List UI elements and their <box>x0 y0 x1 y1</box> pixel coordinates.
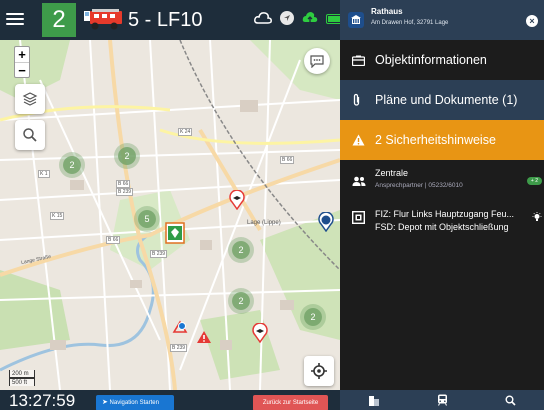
close-button[interactable]: × <box>526 15 538 27</box>
start-navigation-button[interactable]: ➤ Navigation Starten <box>96 395 174 410</box>
fiz-location: FIZ: Flur Links Hauptzugang Feu... <box>375 209 515 219</box>
cloud-upload-icon <box>302 12 318 23</box>
warning-icon <box>352 134 365 146</box>
object-header: Rathaus Am Drawen Hof, 32791 Lage × <box>340 0 544 40</box>
map-view[interactable]: K 24 B 66 B 66 B 239 B 239 K 15 Lage (Li… <box>0 40 340 390</box>
zoom-control: + − <box>14 46 30 78</box>
status-icons <box>254 11 346 25</box>
plans-documents-label: Pläne und Dokumente (1) <box>375 93 518 107</box>
navigation-button-label: Navigation Starten <box>109 400 159 406</box>
road-label: B 239 <box>170 344 188 352</box>
layers-icon <box>22 92 38 106</box>
safety-notes-label: 2 Sicherheitshinweise <box>375 133 496 147</box>
object-panel: Rathaus Am Drawen Hof, 32791 Lage × Obje… <box>340 0 544 390</box>
tab-transport[interactable] <box>408 390 476 410</box>
tab-search[interactable] <box>476 390 544 410</box>
vehicle-position-icon <box>172 320 188 333</box>
unit-name: 5 - LF10 <box>128 9 203 31</box>
road-label: B 66 <box>280 156 295 164</box>
layers-button[interactable] <box>15 84 45 114</box>
navigation-arrow-icon: ➤ <box>102 399 108 406</box>
road-label: B 239 <box>116 188 134 196</box>
road-label: B 66 <box>106 236 121 244</box>
chat-icon <box>310 55 324 68</box>
marker-cluster[interactable]: 2 <box>118 147 136 165</box>
road-label: B 239 <box>150 250 168 258</box>
object-info-item[interactable]: Objektinformationen <box>340 40 544 80</box>
map-search-button[interactable] <box>15 120 45 150</box>
navigation-icon[interactable] <box>280 11 294 25</box>
zoom-out-button[interactable]: − <box>15 62 29 78</box>
fsd-location: FSD: Depot mit Objektschließung <box>375 222 509 232</box>
app-window: 2 5 - LF10 K 24 B 66 B 66 B 239 B 239 K … <box>0 0 544 410</box>
building-icon <box>369 395 379 406</box>
search-icon <box>505 395 516 406</box>
school-marker-icon[interactable] <box>229 190 245 210</box>
top-bar: 2 5 - LF10 <box>0 0 346 40</box>
object-address: Am Drawen Hof, 32791 Lage <box>371 20 449 26</box>
marker-cluster[interactable]: 2 <box>232 292 250 310</box>
scale-metric: 200 m <box>9 370 35 378</box>
road-label: K 1 <box>38 170 50 178</box>
contacts-icon <box>352 176 366 186</box>
locate-button[interactable] <box>304 356 334 386</box>
school-marker-icon[interactable] <box>252 323 268 343</box>
key-box-icon <box>352 211 365 224</box>
road-label: K 24 <box>178 128 193 136</box>
bottom-bar: 13:27:59 ➤ Navigation Starten Zurück zur… <box>0 390 340 410</box>
train-icon <box>437 394 447 406</box>
bus-marker-icon[interactable] <box>318 212 334 232</box>
road-label: B 66 <box>116 180 131 188</box>
paperclip-icon <box>353 93 360 106</box>
menu-icon[interactable] <box>6 10 24 28</box>
fire-truck-icon <box>84 9 122 30</box>
panel-bottom-nav <box>340 390 544 410</box>
plans-documents-item[interactable]: Pläne und Dokumente (1) <box>340 80 544 120</box>
zoom-in-button[interactable]: + <box>15 47 29 62</box>
contact-count-badge: + 2 <box>526 177 542 185</box>
scale-imperial: 500 ft <box>9 378 35 386</box>
cloud-icon <box>254 12 272 24</box>
warning-marker-icon[interactable] <box>196 330 212 344</box>
map-scale: 200 m 500 ft <box>9 370 35 386</box>
object-info-label: Objektinformationen <box>375 53 487 67</box>
marker-cluster[interactable]: 2 <box>63 156 81 174</box>
light-icon <box>532 212 542 221</box>
back-to-home-button[interactable]: Zurück zur Startseite <box>253 395 328 410</box>
marker-cluster[interactable]: 2 <box>232 241 250 259</box>
clock: 13:27:59 <box>9 391 76 410</box>
object-title: Rathaus <box>371 7 403 16</box>
safety-notes-item[interactable]: 2 Sicherheitshinweise <box>340 120 544 160</box>
incident-location-icon[interactable] <box>165 222 185 244</box>
tab-object[interactable] <box>340 390 408 410</box>
road-label: K 15 <box>50 212 65 220</box>
marker-cluster[interactable]: 5 <box>138 210 156 228</box>
crosshair-icon <box>311 363 327 379</box>
contact-item[interactable]: Zentrale Ansprechpartner | 05232/6010 + … <box>340 160 544 200</box>
building-info-icon <box>352 55 365 66</box>
building-icon <box>348 12 364 28</box>
contact-subtitle: Ansprechpartner | 05232/6010 <box>375 182 463 189</box>
town-label: Lage (Lippe) <box>247 220 281 226</box>
search-icon <box>23 128 37 142</box>
access-info-item[interactable]: FIZ: Flur Links Hauptzugang Feu... FSD: … <box>340 200 544 248</box>
status-number[interactable]: 2 <box>42 3 76 37</box>
contact-title: Zentrale <box>375 168 409 178</box>
marker-cluster[interactable]: 2 <box>304 308 322 326</box>
chat-button[interactable] <box>304 48 330 74</box>
